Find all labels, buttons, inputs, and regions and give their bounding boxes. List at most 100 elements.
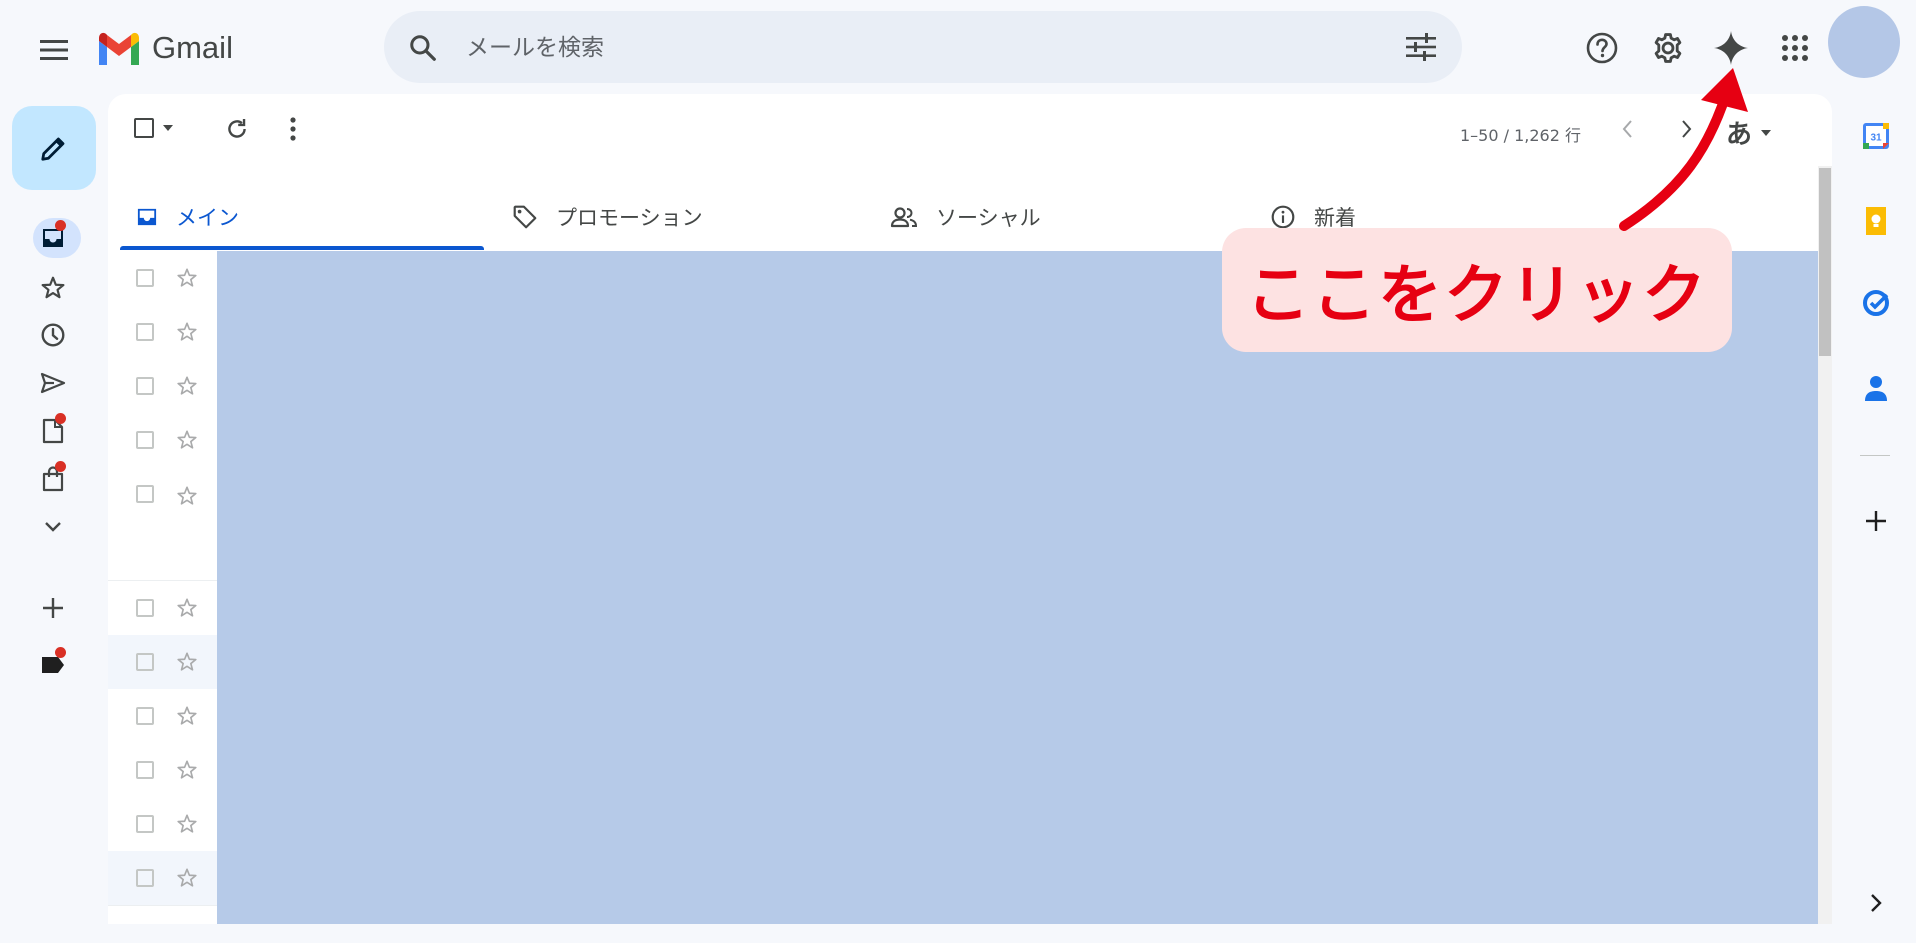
table-row[interactable] [108, 413, 217, 468]
nav-purchases[interactable] [29, 459, 77, 499]
star-icon[interactable] [176, 321, 198, 343]
row-checkbox[interactable] [136, 815, 154, 833]
gmail-logo[interactable]: Gmail [96, 28, 233, 68]
table-row[interactable] [108, 797, 217, 852]
select-all-control[interactable] [134, 118, 174, 138]
search-options-icon[interactable] [1406, 33, 1436, 61]
message-list [108, 251, 217, 924]
table-row[interactable] [108, 467, 217, 581]
table-row[interactable] [108, 635, 217, 690]
get-addons-button[interactable] [1856, 501, 1896, 541]
annotation-text: ここをクリック [1246, 259, 1708, 333]
table-row[interactable] [108, 743, 217, 798]
nav-snoozed[interactable] [29, 315, 77, 355]
search-input[interactable] [464, 25, 1368, 71]
nav-drafts[interactable] [29, 411, 77, 451]
table-row[interactable] [108, 305, 217, 360]
tasks-icon [1863, 290, 1889, 316]
more-vert-icon [290, 117, 296, 141]
star-icon[interactable] [176, 867, 198, 889]
calendar-date: 31 [1870, 133, 1882, 144]
side-panel-divider [1860, 455, 1890, 456]
row-checkbox[interactable] [136, 485, 154, 503]
nav-label[interactable] [29, 645, 77, 685]
main-menu-button[interactable] [30, 26, 78, 74]
label-icon [42, 657, 64, 673]
contacts-app-button[interactable] [1856, 368, 1896, 408]
nav-starred[interactable] [29, 268, 77, 308]
info-icon [1271, 205, 1295, 229]
row-checkbox[interactable] [136, 761, 154, 779]
scrollbar-thumb[interactable] [1819, 168, 1831, 356]
star-icon[interactable] [176, 813, 198, 835]
tab-label: プロモーション [556, 206, 703, 230]
row-checkbox[interactable] [136, 653, 154, 671]
tag-icon [513, 205, 537, 229]
star-icon[interactable] [176, 485, 198, 507]
star-icon[interactable] [176, 759, 198, 781]
chevron-right-icon [1871, 894, 1882, 912]
hamburger-menu-icon [40, 40, 68, 60]
row-checkbox[interactable] [136, 707, 154, 725]
annotation-callout: ここをクリック [1222, 228, 1732, 352]
plus-icon [1866, 511, 1886, 531]
nav-more[interactable] [29, 507, 77, 547]
star-icon[interactable] [176, 375, 198, 397]
keep-app-button[interactable] [1856, 201, 1896, 241]
refresh-button[interactable] [224, 116, 250, 142]
chevron-down-icon [45, 522, 61, 532]
inbox-icon [137, 208, 157, 226]
tab-social[interactable]: ソーシャル [890, 172, 1041, 262]
google-apps-button[interactable] [1773, 26, 1817, 70]
row-checkbox[interactable] [136, 431, 154, 449]
star-icon[interactable] [176, 597, 198, 619]
show-side-panel-button[interactable] [1856, 883, 1896, 923]
unread-badge [55, 461, 66, 472]
unread-badge [55, 413, 66, 424]
row-checkbox[interactable] [136, 869, 154, 887]
more-actions-button[interactable] [288, 116, 298, 142]
star-icon [41, 276, 65, 299]
pencil-icon [41, 137, 65, 161]
clock-icon [41, 323, 65, 347]
plus-icon [43, 598, 63, 618]
row-checkbox[interactable] [136, 269, 154, 287]
row-checkbox[interactable] [136, 323, 154, 341]
nav-sent[interactable] [29, 363, 77, 403]
people-icon [890, 207, 918, 228]
calendar-icon: 31 [1863, 123, 1889, 149]
table-row[interactable] [108, 251, 217, 306]
caret-down-icon [1761, 129, 1772, 136]
search-icon[interactable] [408, 33, 438, 63]
active-tab-indicator [120, 246, 484, 250]
apps-grid-icon [1782, 35, 1808, 61]
search-bar[interactable] [384, 11, 1462, 83]
account-avatar[interactable] [1828, 6, 1900, 78]
row-checkbox[interactable] [136, 599, 154, 617]
contacts-icon [1865, 376, 1887, 401]
mail-list-panel: 1–50 / 1,262 行 あ メイン プロモーション ソーシャル 新着 [108, 94, 1832, 924]
table-row[interactable] [108, 851, 217, 906]
tab-promotions[interactable]: プロモーション [512, 172, 703, 262]
star-icon[interactable] [176, 651, 198, 673]
select-all-checkbox[interactable] [134, 118, 154, 138]
gmail-m-icon [99, 32, 139, 65]
row-checkbox[interactable] [136, 377, 154, 395]
nav-inbox[interactable] [29, 218, 81, 258]
tab-label: ソーシャル [936, 206, 1041, 230]
tasks-app-button[interactable] [1856, 283, 1896, 323]
annotation-arrow-icon [1619, 68, 1748, 231]
caret-down-icon[interactable] [162, 124, 174, 132]
compose-button[interactable] [12, 106, 96, 190]
table-row[interactable] [108, 359, 217, 414]
send-icon [40, 372, 66, 394]
table-row[interactable] [108, 581, 217, 636]
star-icon[interactable] [176, 705, 198, 727]
table-row[interactable] [108, 689, 217, 744]
calendar-app-button[interactable]: 31 [1856, 116, 1896, 156]
star-icon[interactable] [176, 267, 198, 289]
app-name: Gmail [152, 30, 233, 65]
create-label-button[interactable] [29, 588, 77, 628]
star-icon[interactable] [176, 429, 198, 451]
unread-badge [55, 647, 66, 658]
